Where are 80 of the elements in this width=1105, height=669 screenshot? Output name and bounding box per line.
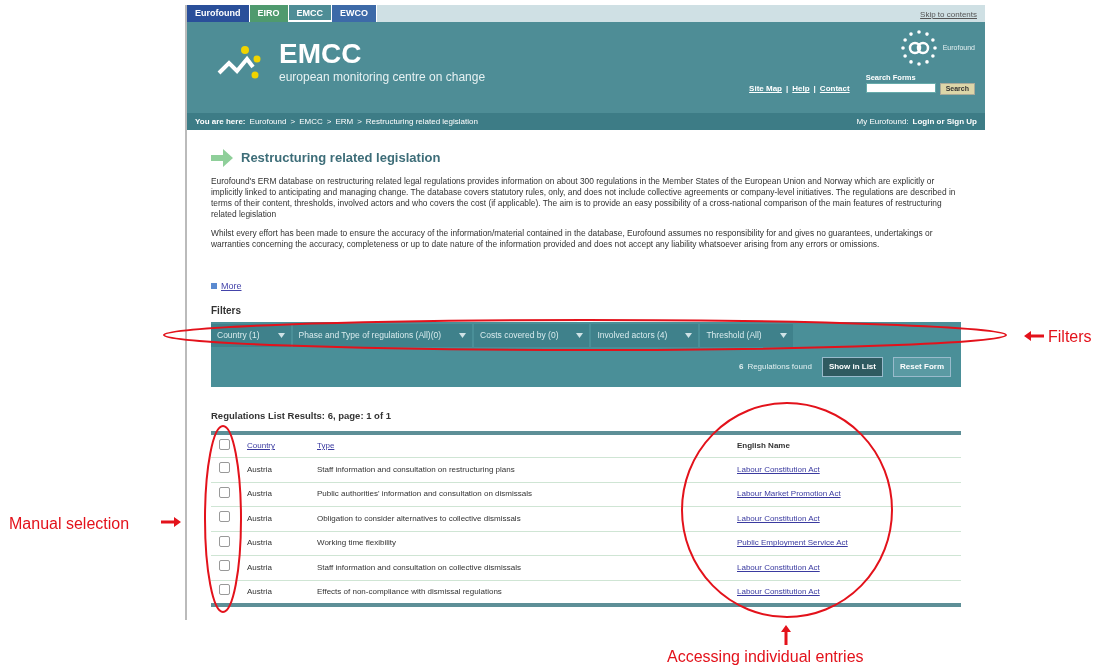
star-ring-logo-icon <box>898 28 939 68</box>
checkbox[interactable] <box>219 511 230 523</box>
filter-tab[interactable]: Involved actors (4) <box>591 324 699 347</box>
chevron-down-icon <box>459 332 467 338</box>
account-label: My Eurofound: <box>856 115 909 128</box>
table-cell: Public authorities' information and consultation on dismissals <box>317 489 532 499</box>
show-list-button[interactable]: Show in List <box>821 356 883 377</box>
filter-tab[interactable]: Threshold (All) <box>700 324 793 347</box>
filter-tab[interactable]: Phase and Type of regulations (All)(0) <box>292 324 473 347</box>
checkbox[interactable] <box>219 462 230 474</box>
breadcrumb-separator: > <box>357 115 362 128</box>
annotation-label: Filters <box>1048 327 1092 347</box>
column-header: English Name <box>737 441 790 450</box>
breadcrumb-link[interactable]: ERM <box>335 115 354 128</box>
table-cell: Austria <box>247 538 272 548</box>
table-cell: Austria <box>247 489 272 499</box>
search-field[interactable] <box>865 83 936 94</box>
column-header[interactable]: Type <box>317 441 335 450</box>
bullet-icon <box>211 283 217 290</box>
nav-separator: | <box>813 83 816 96</box>
checkbox[interactable] <box>219 560 230 572</box>
table-cell: Working time flexibility <box>317 538 396 548</box>
site-tab[interactable]: Eurofound <box>187 5 250 22</box>
checkbox[interactable] <box>219 486 230 498</box>
annotation-label: Manual selection <box>9 514 130 534</box>
breadcrumb-separator: > <box>290 115 296 128</box>
paragraph: Eurofound's ERM database on restructuring related legal regulations provides information on about 300 regulations in the Member States of the European Union and Norway which are explicitly or implicitly linked to anticipating and managing change. The database covers statutory rules, only, and does not include collective agreements or company-level initiatives. The regulations are described in terms of their content, thresholds, involved actors and who covers the cost (if applicable). The aim is to provide an easy possibility of a cross-national comparison of the main features of restructuring related legislation <box>211 175 957 220</box>
arrow-left-icon <box>1024 331 1044 341</box>
name-link[interactable]: Labour Constitution Act <box>737 586 820 596</box>
site-tab[interactable]: EMCC <box>288 5 332 22</box>
results-heading: Regulations List Results: 6, page: 1 of 1 <box>211 408 392 423</box>
chevron-down-icon <box>685 332 693 338</box>
table-cell: Austria <box>247 513 272 523</box>
name-link[interactable]: Labour Constitution Act <box>737 464 820 474</box>
paragraph: Whilst every effort has been made to ensure the accuracy of the information/material contained in the database, Eurofound assumes no responsibility for and gives no guarantees, undertakings or warranties concerning the accuracy, completeness or up to date nature of the information provided and does not accept any liability whatsoever arising from any errors or omissions. <box>211 227 934 250</box>
name-link[interactable]: Public Employment Service Act <box>737 538 848 548</box>
site-tab[interactable]: EWCO <box>332 5 377 22</box>
name-link[interactable]: Labour Market Promotion Act <box>737 489 841 499</box>
table-cell: Staff information and consultation on collective dismissals <box>317 562 521 572</box>
reset-button[interactable]: Reset Form <box>893 356 951 377</box>
checkbox[interactable] <box>219 438 230 450</box>
chart-logo-icon <box>217 45 263 81</box>
page-title: Restructuring related legislation <box>241 149 441 167</box>
arrow-icon <box>211 148 233 167</box>
breadcrumb-separator: > <box>326 115 332 128</box>
login-link[interactable]: Login or Sign Up <box>912 115 977 128</box>
logo-subtitle: european monitoring centre on change <box>279 69 486 86</box>
skip-link[interactable]: Skip to contents <box>912 5 985 22</box>
annotation-label: Accessing individual entries <box>667 647 864 667</box>
breadcrumb-link[interactable]: Eurofound <box>249 115 287 128</box>
table-cell: Obligation to consider alternatives to collective dismissals <box>317 513 521 523</box>
filters-heading: Filters <box>211 304 242 318</box>
logo-title: EMCC <box>279 40 363 68</box>
site-tab[interactable]: EIRO <box>249 5 289 22</box>
table-cell: Staff information and consultation on restructuring plans <box>317 464 515 474</box>
arrow-right-icon <box>161 517 181 527</box>
table-cell: Austria <box>247 562 272 572</box>
breadcrumb-current: Restructuring related legislation <box>365 115 478 128</box>
table-cell: Austria <box>247 464 272 474</box>
table-cell: Effects of non-compliance with dismissal regulations <box>317 586 502 596</box>
chevron-down-icon <box>779 332 787 338</box>
nav-link[interactable]: Help <box>792 83 810 96</box>
checkbox[interactable] <box>219 535 230 547</box>
nav-link[interactable]: Site Map <box>749 83 782 96</box>
nav-separator: | <box>786 83 789 96</box>
arrow-up-icon <box>781 625 791 645</box>
found-label: Regulations found <box>747 360 812 373</box>
column-header[interactable]: Country <box>247 441 275 450</box>
nav-link[interactable]: Contact <box>819 83 850 96</box>
name-link[interactable]: Labour Constitution Act <box>737 513 820 523</box>
found-count: 6 <box>738 360 744 373</box>
breadcrumb-link[interactable]: EMCC <box>299 115 323 128</box>
chevron-down-icon <box>576 332 584 338</box>
more-link[interactable]: More <box>221 279 242 293</box>
breadcrumb-label: You are here: <box>195 115 246 128</box>
chevron-down-icon <box>277 332 285 338</box>
filter-tab[interactable]: Costs covered by (0) <box>474 324 590 347</box>
table-cell: Austria <box>247 586 272 596</box>
name-link[interactable]: Labour Constitution Act <box>737 562 820 572</box>
checkbox[interactable] <box>219 584 230 595</box>
